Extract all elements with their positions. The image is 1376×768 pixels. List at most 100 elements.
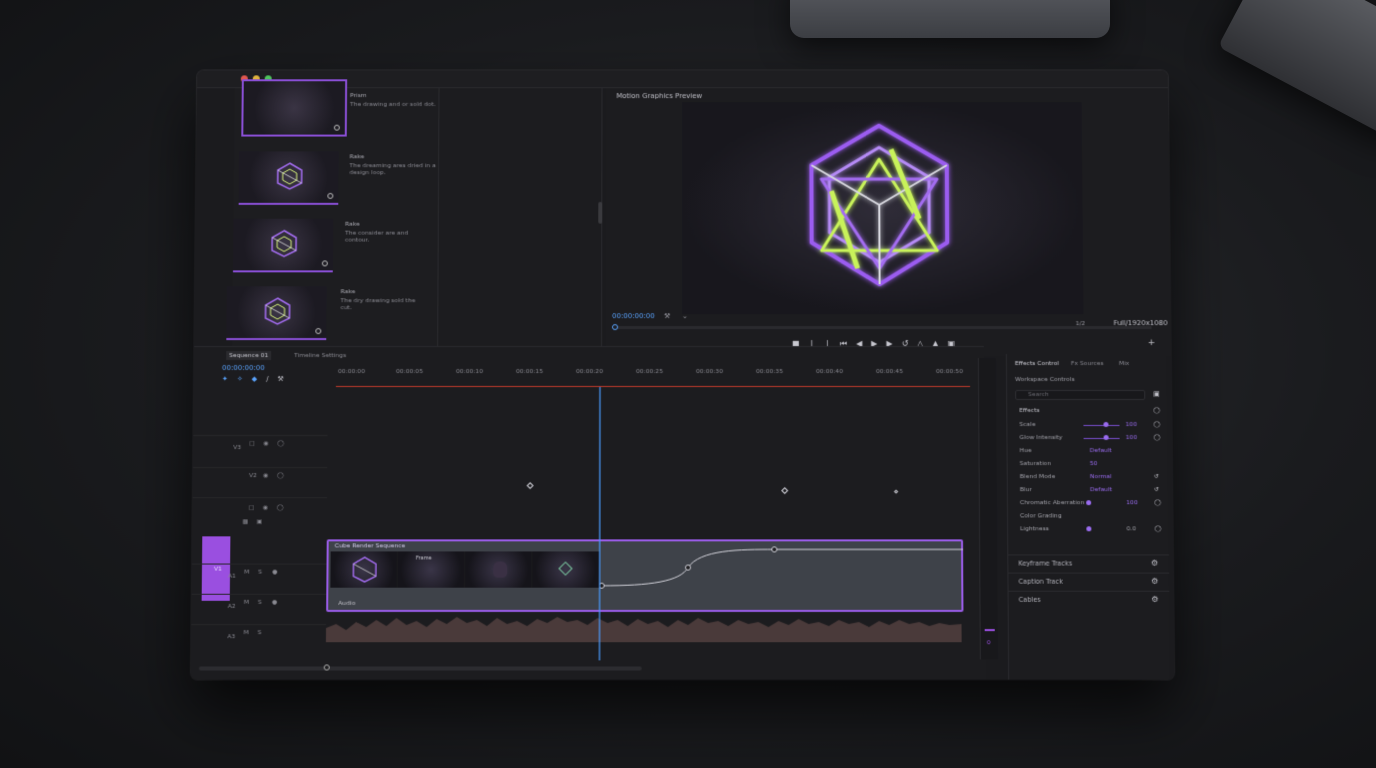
effect-row[interactable]: Color Grading	[1014, 511, 1165, 523]
slider-knob[interactable]	[1103, 421, 1109, 427]
media-item[interactable]: Rake The dreaming ares dried in a design…	[234, 149, 440, 214]
scrollbar-handle[interactable]	[323, 664, 330, 671]
lock-icon[interactable]: □	[249, 440, 255, 447]
gear-icon[interactable]: ⚙	[1151, 558, 1158, 567]
effect-row[interactable]: Chromatic Aberration 100 ◯	[1014, 498, 1165, 510]
solo-toggle[interactable]: S	[258, 599, 262, 606]
keyframe[interactable]	[781, 487, 789, 495]
effect-row[interactable]: Hue Default	[1014, 446, 1164, 458]
slider-knob[interactable]	[1103, 434, 1109, 441]
preview-timecode[interactable]: 00:00:00:00	[612, 312, 655, 320]
mute-icon[interactable]: ◯	[277, 472, 284, 479]
section-cables[interactable]: Cables ⚙	[1008, 590, 1170, 607]
track-header[interactable]: □ ◉ ◯ ▩ ▣	[192, 497, 328, 528]
track-header[interactable]: V3 □ ◉ ◯	[193, 434, 328, 466]
stopwatch-icon[interactable]: ◯	[1154, 434, 1161, 441]
tab-sequence[interactable]: Sequence 01	[226, 351, 272, 361]
effects-group-header[interactable]: Effects ◯	[1013, 406, 1163, 418]
tab-mix[interactable]: Mix	[1119, 360, 1129, 367]
tab-timeline-settings[interactable]: Timeline Settings	[294, 352, 346, 359]
effect-row[interactable]: Blend Mode Normal ↺	[1014, 472, 1164, 484]
slider-knob[interactable]	[1086, 526, 1092, 532]
gear-icon[interactable]: ⚙	[1151, 595, 1158, 604]
effect-value[interactable]: 50	[1090, 460, 1098, 467]
folder-icon[interactable]: ▣	[257, 518, 263, 525]
microphone-icon[interactable]: ●	[272, 569, 277, 576]
effect-value[interactable]: 100	[1126, 434, 1138, 441]
effects-search-input[interactable]: Search	[1015, 389, 1146, 400]
reset-icon[interactable]: ↺	[1154, 486, 1159, 493]
panel-resize-handle[interactable]	[598, 201, 603, 224]
stopwatch-icon[interactable]: ◯	[1153, 421, 1160, 428]
effect-row[interactable]: Saturation 50	[1014, 459, 1164, 471]
folder-icon[interactable]: ▣	[1153, 390, 1160, 398]
eye-icon[interactable]: ◉	[263, 504, 268, 511]
link-icon[interactable]: ✧	[237, 375, 243, 383]
media-item[interactable]: Prism The drawing and or sold dot.	[234, 79, 439, 153]
media-thumbnail[interactable]	[241, 79, 348, 137]
effect-value[interactable]: Default	[1090, 486, 1112, 493]
mute-icon[interactable]: ◯	[277, 504, 284, 511]
razor-icon[interactable]: /	[266, 375, 268, 383]
solo-toggle[interactable]: S	[258, 629, 262, 636]
preview-scrubber[interactable]	[612, 324, 1152, 331]
slider-knob[interactable]	[1086, 500, 1092, 506]
eye-icon[interactable]: ◉	[263, 440, 268, 447]
section-caption-track[interactable]: Caption Track ⚙	[1008, 572, 1170, 589]
effect-slider[interactable]	[1083, 438, 1120, 440]
timeline-scrollbar[interactable]	[198, 664, 642, 671]
media-thumbnail[interactable]	[226, 286, 327, 341]
microphone-icon[interactable]: ●	[272, 599, 277, 606]
stopwatch-icon[interactable]: ◯	[1153, 407, 1160, 414]
effect-row[interactable]: Glow Intensity 100 ◯	[1013, 433, 1163, 445]
section-keyframe-tracks[interactable]: Keyframe Tracks ⚙	[1008, 554, 1170, 571]
track-header[interactable]: A3 M S	[190, 624, 327, 655]
effect-value[interactable]: 0.0	[1126, 525, 1136, 532]
effect-slider[interactable]	[1083, 424, 1120, 426]
effect-row[interactable]: Lightness 0.0 ◯	[1014, 524, 1165, 536]
preview-canvas[interactable]	[682, 101, 1084, 315]
keyframe[interactable]	[526, 482, 534, 490]
lock-icon[interactable]: □	[249, 504, 255, 511]
mute-toggle[interactable]: M	[243, 629, 248, 636]
effect-row[interactable]: Scale 100 ◯	[1013, 420, 1163, 432]
effect-value[interactable]: 100	[1126, 499, 1138, 506]
eye-icon[interactable]: ◉	[263, 472, 268, 479]
fit-select[interactable]: 1/2	[1076, 320, 1086, 327]
track-header[interactable]: A2 M S ●	[191, 593, 327, 625]
stopwatch-icon[interactable]: ◯	[1155, 525, 1162, 532]
scrubber-handle[interactable]	[612, 324, 619, 331]
mute-toggle[interactable]: M	[244, 569, 249, 576]
keyframe[interactable]	[893, 489, 899, 494]
snap-icon[interactable]: ✦	[222, 375, 228, 383]
solo-toggle[interactable]: S	[258, 569, 262, 576]
reset-icon[interactable]: ↺	[1154, 473, 1159, 480]
track-header[interactable]: A1 M S ●	[191, 563, 327, 594]
media-item[interactable]: Rake The dry drawing sold the cut.	[226, 284, 438, 350]
media-thumbnail[interactable]	[232, 218, 334, 273]
tracks-area[interactable]: Cube Render Sequence Frame Audio	[325, 387, 970, 660]
tab-fx-sources[interactable]: Fx Sources	[1071, 360, 1104, 367]
resolution-select[interactable]: Full/1920x1080	[1113, 319, 1167, 327]
audio-clip[interactable]: Audio	[325, 598, 962, 646]
tab-effects-control[interactable]: Effects Control	[1015, 360, 1059, 367]
effect-row[interactable]: Blur Default ↺	[1014, 485, 1164, 497]
wrench-icon[interactable]: ⚒	[664, 312, 670, 320]
effect-value[interactable]: Default	[1090, 447, 1112, 454]
marker-icon[interactable]: ◆	[252, 375, 257, 383]
effect-value[interactable]: Normal	[1090, 473, 1112, 480]
gear-icon[interactable]: ⚙	[1151, 577, 1158, 586]
add-button-icon[interactable]: +	[1148, 338, 1156, 348]
wrench-icon[interactable]: ⚒	[277, 375, 283, 383]
timeline-ruler[interactable]: 00:00:00 00:00:05 00:00:10 00:00:15 00:0…	[335, 365, 971, 387]
stopwatch-icon[interactable]: ◯	[1154, 499, 1161, 506]
timeline-timecode[interactable]: 00:00:00:00	[222, 364, 265, 372]
media-item[interactable]: Rake The consider are and contour.	[232, 217, 439, 283]
media-thumbnail[interactable]	[238, 151, 339, 205]
chevron-down-icon[interactable]: ⌄	[682, 312, 688, 320]
track-header[interactable]: V2 ◉ ◯	[192, 467, 328, 498]
effect-value[interactable]: 100	[1125, 421, 1137, 428]
mute-toggle[interactable]: M	[244, 599, 249, 606]
mute-icon[interactable]: ◯	[277, 440, 284, 447]
film-icon[interactable]: ▩	[243, 518, 249, 525]
